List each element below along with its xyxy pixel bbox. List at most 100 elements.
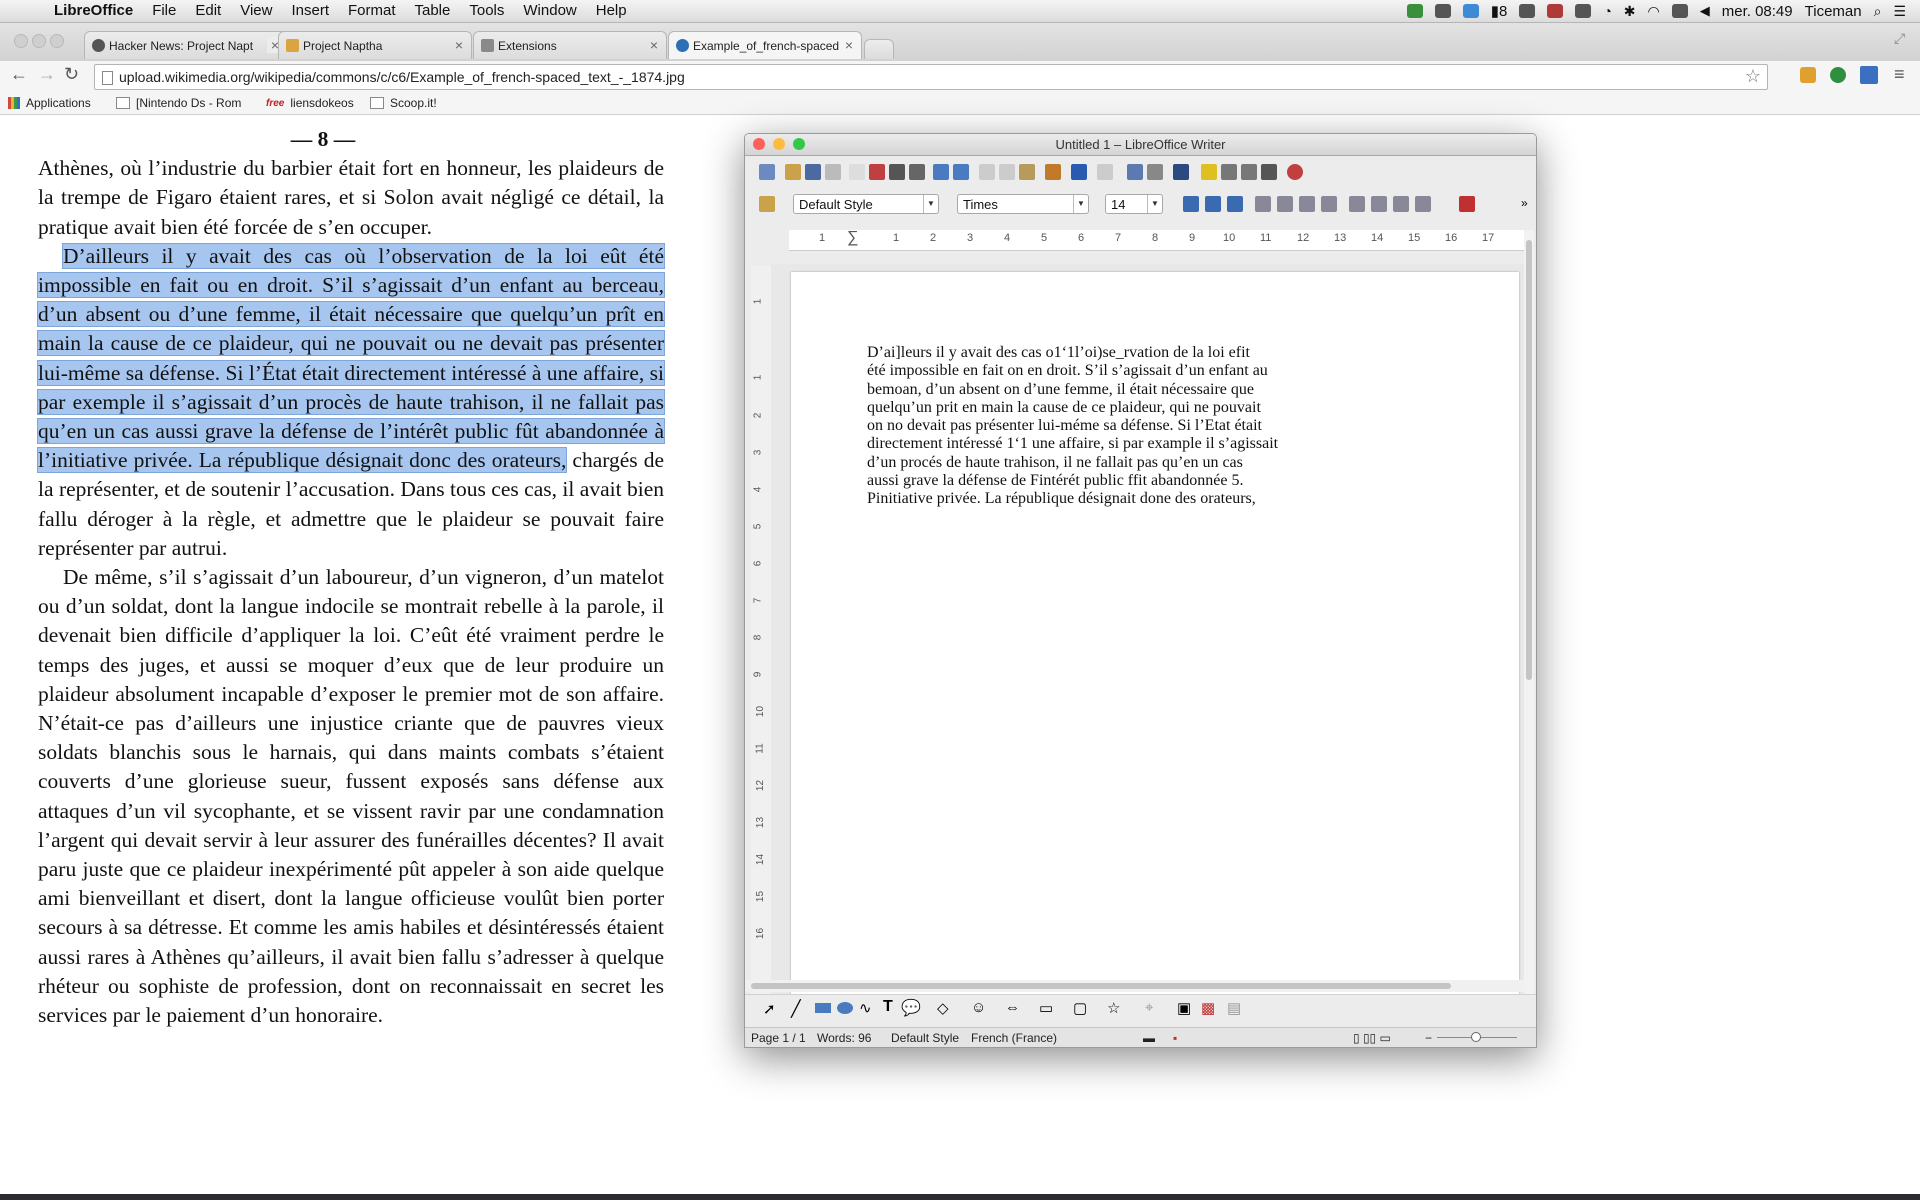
undo-icon[interactable] bbox=[1071, 164, 1087, 180]
indent-marker-icon[interactable]: ∑ bbox=[847, 229, 858, 247]
extension-icon[interactable] bbox=[1800, 67, 1816, 83]
bookmark-nintendo[interactable]: [Nintendo Ds - Rom bbox=[116, 96, 241, 110]
download-icon[interactable] bbox=[1406, 4, 1423, 18]
font-name-select[interactable]: Times ▼ bbox=[957, 194, 1089, 214]
extension-icon[interactable] bbox=[1860, 66, 1878, 84]
screen-icon[interactable] bbox=[1519, 4, 1536, 18]
menu-table[interactable]: Table bbox=[415, 2, 451, 19]
keyboard-icon[interactable] bbox=[1671, 4, 1688, 18]
tab-wikimedia-image[interactable]: Example_of_french-spaced × bbox=[668, 31, 862, 59]
decrease-indent-icon[interactable] bbox=[1393, 196, 1409, 212]
libreoffice-writer-window[interactable]: Untitled 1 – LibreOffice Writer Default … bbox=[744, 133, 1537, 1048]
curve-icon[interactable]: ∿ bbox=[859, 999, 872, 1017]
wifi-icon[interactable]: ◠ bbox=[1648, 3, 1660, 20]
page-count[interactable]: Page 1 / 1 bbox=[751, 1031, 806, 1045]
menu-app-name[interactable]: LibreOffice bbox=[54, 2, 133, 19]
horizontal-scrollbar[interactable] bbox=[745, 980, 1524, 992]
tab-project-naptha[interactable]: Project Naptha × bbox=[278, 31, 472, 59]
align-center-icon[interactable] bbox=[1277, 196, 1293, 212]
gallery-icon[interactable] bbox=[1221, 164, 1237, 180]
menubar-clock[interactable]: mer. 08:49 bbox=[1722, 3, 1793, 20]
close-icon[interactable]: × bbox=[840, 37, 853, 53]
dropbox-icon[interactable] bbox=[1434, 4, 1451, 18]
sync-icon[interactable] bbox=[1462, 4, 1479, 18]
stars-icon[interactable]: ☆ bbox=[1107, 999, 1120, 1017]
line-icon[interactable]: ╱ bbox=[791, 999, 801, 1019]
flowchart-icon[interactable]: ▭ bbox=[1039, 999, 1053, 1017]
fontwork-icon[interactable]: ▩ bbox=[1201, 999, 1215, 1017]
star-icon[interactable]: ☆ bbox=[1745, 66, 1761, 87]
bookmark-applications[interactable]: Applications bbox=[8, 96, 91, 110]
scroll-thumb[interactable] bbox=[751, 983, 1451, 989]
callout-icon[interactable]: 💬 bbox=[901, 998, 921, 1018]
bluetooth-icon[interactable]: ✱ bbox=[1624, 3, 1636, 20]
save-icon[interactable] bbox=[805, 164, 821, 180]
autospell-icon[interactable] bbox=[953, 164, 969, 180]
basic-shapes-icon[interactable]: ◇ bbox=[937, 999, 949, 1017]
close-icon[interactable]: × bbox=[650, 37, 658, 53]
new-document-icon[interactable] bbox=[759, 164, 775, 180]
status-count[interactable]: ▮8 bbox=[1491, 2, 1508, 20]
redo-icon[interactable] bbox=[1097, 164, 1113, 180]
view-layout-icon[interactable]: ▯ ▯▯ ▭ bbox=[1353, 1031, 1391, 1045]
insert-mode-icon[interactable]: ▬ bbox=[1143, 1031, 1155, 1045]
insert-image-icon[interactable]: ▣ bbox=[1177, 999, 1191, 1017]
menu-window[interactable]: Window bbox=[523, 2, 576, 19]
vertical-ruler[interactable]: 1 1 2 3 4 5 6 7 8 9 10 11 12 13 14 15 16 bbox=[751, 266, 771, 1010]
numbering-icon[interactable] bbox=[1349, 196, 1365, 212]
open-icon[interactable] bbox=[785, 164, 801, 180]
selected-text[interactable]: D’ailleurs il y avait des cas où l’obser… bbox=[37, 242, 665, 474]
increase-indent-icon[interactable] bbox=[1415, 196, 1431, 212]
bold-icon[interactable] bbox=[1183, 196, 1199, 212]
menubar-user[interactable]: Ticeman bbox=[1805, 3, 1862, 20]
search-icon[interactable]: ⌕ bbox=[1874, 3, 1882, 20]
extension-icon[interactable] bbox=[1830, 67, 1846, 83]
paste-icon[interactable] bbox=[1019, 164, 1035, 180]
tab-hacker-news[interactable]: Hacker News: Project Napt × bbox=[84, 31, 288, 59]
menu-tools[interactable]: Tools bbox=[469, 2, 504, 19]
close-icon[interactable]: × bbox=[455, 37, 463, 53]
window-zoom-button[interactable] bbox=[793, 138, 805, 150]
cut-icon[interactable] bbox=[979, 164, 995, 180]
block-arrows-icon[interactable]: ⇔ bbox=[1005, 999, 1020, 1016]
paragraph-style-select[interactable]: Default Style ▼ bbox=[793, 194, 939, 214]
word-count[interactable]: Words: 96 bbox=[817, 1031, 871, 1045]
time-machine-icon[interactable]: ◔ bbox=[1603, 3, 1611, 19]
email-icon[interactable] bbox=[825, 164, 841, 180]
notification-icon[interactable]: ☰ bbox=[1893, 3, 1906, 20]
data-sources-icon[interactable] bbox=[1241, 164, 1257, 180]
copy-icon[interactable] bbox=[999, 164, 1015, 180]
symbol-shapes-icon[interactable]: ☺ bbox=[971, 999, 986, 1016]
window-close-button[interactable] bbox=[753, 138, 765, 150]
browser-close-button[interactable] bbox=[14, 34, 28, 48]
edit-mode-icon[interactable] bbox=[849, 164, 865, 180]
browser-minimize-button[interactable] bbox=[32, 34, 46, 48]
zoom-slider-handle[interactable] bbox=[1471, 1032, 1481, 1042]
document-text[interactable]: D’ai]leurs il y avait des cas o1‘1l’oi)s… bbox=[867, 344, 1357, 509]
window-minimize-button[interactable] bbox=[773, 138, 785, 150]
ellipse-icon[interactable] bbox=[837, 1002, 853, 1014]
hyperlink-icon[interactable] bbox=[1127, 164, 1143, 180]
new-tab-button[interactable] bbox=[864, 39, 894, 59]
table-icon[interactable] bbox=[1147, 164, 1163, 180]
browser-zoom-button[interactable] bbox=[50, 34, 64, 48]
fullscreen-icon[interactable]: ⤢ bbox=[1894, 30, 1905, 47]
language[interactable]: French (France) bbox=[971, 1031, 1057, 1045]
toolbar-overflow-icon[interactable]: » bbox=[1521, 196, 1528, 210]
bullets-icon[interactable] bbox=[1371, 196, 1387, 212]
menu-insert[interactable]: Insert bbox=[291, 2, 329, 19]
clone-formatting-icon[interactable] bbox=[1045, 164, 1061, 180]
menu-icon[interactable]: ≡ bbox=[1894, 64, 1905, 85]
align-left-icon[interactable] bbox=[1255, 196, 1271, 212]
vertical-scrollbar[interactable] bbox=[1524, 230, 1534, 1010]
reload-icon[interactable]: ↻ bbox=[64, 64, 79, 85]
underline-icon[interactable] bbox=[1227, 196, 1243, 212]
bookmark-scoopit[interactable]: Scoop.it! bbox=[370, 96, 437, 110]
back-icon[interactable]: ← bbox=[10, 64, 28, 85]
justify-icon[interactable] bbox=[1321, 196, 1337, 212]
text-icon[interactable]: T bbox=[883, 998, 893, 1016]
zoom-out-icon[interactable]: − bbox=[1425, 1031, 1432, 1045]
forward-icon[interactable]: → bbox=[38, 64, 56, 85]
navigator-icon[interactable] bbox=[1201, 164, 1217, 180]
menu-help[interactable]: Help bbox=[596, 2, 627, 19]
